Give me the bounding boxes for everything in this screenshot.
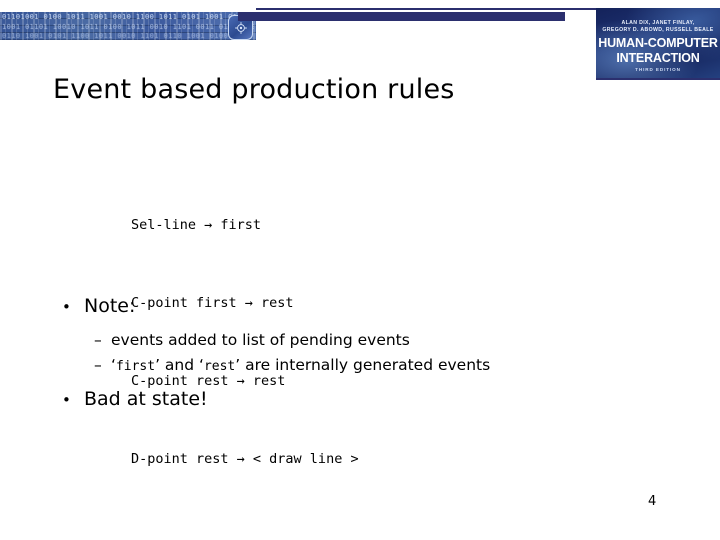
- page-number: 4: [648, 494, 657, 509]
- sub-bullet-one-text: events added to list of pending events: [111, 331, 410, 349]
- book-title-line-1: HUMAN-COMPUTER: [598, 36, 718, 50]
- bullet-marker-icon: •: [62, 391, 71, 409]
- book-edition: THIRD EDITION: [635, 67, 681, 72]
- binary-digits-row-2: 1001 01101 10010 1011 0100 1011 0010 110…: [2, 23, 254, 31]
- bullet-bad-at-state: • Bad at state!: [62, 388, 208, 410]
- sub-bullet-two-suffix: ’ are internally generated events: [235, 356, 491, 374]
- hci-emblem-glyph: [234, 21, 247, 34]
- header-navy-bar: [238, 12, 565, 21]
- production-rule-line: D-point rest → < draw line >: [131, 451, 359, 467]
- production-rule-line: Sel-line → first: [131, 217, 262, 233]
- sub-bullet-two-middle: ’ and ‘: [155, 356, 204, 374]
- hci-book-cover: ALAN DIX, JANET FINLAY, GREGORY D. ABOWD…: [596, 8, 720, 78]
- binary-digits-row-1: 01101001 0100 1011 1001 0010 1100 1011 0…: [2, 13, 254, 21]
- book-authors: ALAN DIX, JANET FINLAY, GREGORY D. ABOWD…: [596, 20, 720, 34]
- sub-bullet-pending-events: – events added to list of pending events: [94, 331, 410, 349]
- bullet-bad-label: Bad at state!: [84, 388, 208, 410]
- sub-bullet-two-mono-rest: rest: [203, 359, 236, 374]
- binary-code-banner: 01101001 0100 1011 1001 0010 1100 1011 0…: [0, 12, 256, 40]
- sub-bullet-marker-icon: –: [94, 331, 102, 349]
- sub-bullet-internal-events: – ‘first’ and ‘rest’ are internally gener…: [94, 356, 490, 374]
- slide-title: Event based production rules: [53, 74, 455, 105]
- binary-digits-row-3: 0110 1001 0101 1100 1011 0010 1101 0110 …: [2, 32, 254, 40]
- bullet-note: • Note:: [62, 295, 135, 317]
- book-title-line-2: INTERACTION: [616, 51, 700, 65]
- bullet-marker-icon: •: [62, 298, 71, 316]
- production-rule-line: C-point first → rest: [131, 295, 294, 311]
- book-authors-line-2: GREGORY D. ABOWD, RUSSELL BEALE: [602, 27, 714, 33]
- bullet-note-label: Note:: [84, 295, 136, 317]
- sub-bullet-marker-icon: –: [94, 356, 102, 374]
- book-authors-line-1: ALAN DIX, JANET FINLAY,: [621, 20, 695, 26]
- sub-bullet-two-mono-first: first: [115, 359, 156, 374]
- slide-canvas: 01101001 0100 1011 1001 0010 1100 1011 0…: [0, 0, 720, 540]
